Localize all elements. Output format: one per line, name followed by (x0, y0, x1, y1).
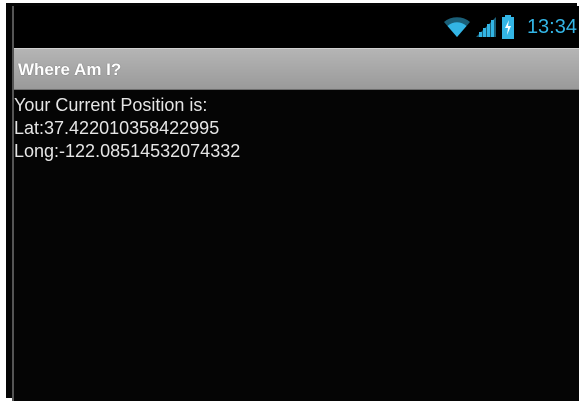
longitude-text: Long:-122.08514532074332 (14, 141, 241, 161)
wifi-icon (443, 16, 471, 38)
action-bar: Where Am I? (14, 48, 579, 90)
app-title: Where Am I? (18, 60, 122, 79)
status-clock: 13:34 (526, 16, 577, 38)
battery-charging-icon (501, 15, 515, 39)
signal-icon (475, 16, 497, 38)
latitude-text: Lat:37.422010358422995 (14, 118, 220, 138)
status-icons: 13:34 (443, 15, 577, 39)
phone-screen: 13:34 Where Am I? Your Current Position … (12, 6, 579, 401)
device-frame: 13:34 Where Am I? Your Current Position … (0, 0, 579, 401)
position-panel: Your Current Position is: Lat:37.4220103… (14, 94, 579, 163)
position-heading: Your Current Position is: (14, 95, 208, 115)
status-bar: 13:34 (14, 6, 579, 48)
